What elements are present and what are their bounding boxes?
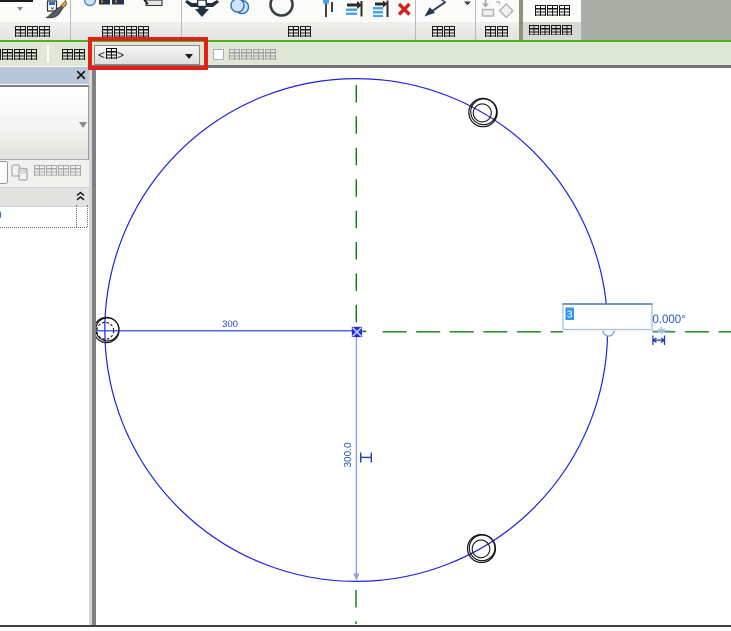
svg-text:3: 3 (567, 309, 573, 321)
svg-text:300: 300 (222, 319, 238, 330)
svg-text:300.0: 300.0 (343, 442, 354, 467)
